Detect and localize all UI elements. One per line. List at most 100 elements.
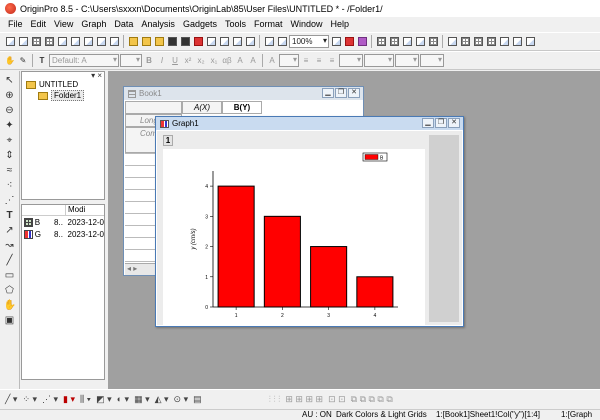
bar-4[interactable]: [356, 276, 394, 308]
save-project-icon[interactable]: [166, 36, 178, 48]
align-tool-icon[interactable]: ⫶ ⫶ ⫶: [268, 394, 282, 406]
open-excel-icon[interactable]: [153, 36, 165, 48]
graph-page[interactable]: 123401234x (m /s)y (cm/s)B: [163, 149, 425, 333]
workbook-grid-icon[interactable]: [459, 36, 471, 48]
new-graph-icon[interactable]: [56, 36, 68, 48]
new-notes-icon[interactable]: [95, 36, 107, 48]
bold-button[interactable]: B: [143, 55, 155, 67]
file-row-graph[interactable]: G 8.. 2023-12-0: [22, 228, 104, 240]
graph-caption[interactable]: Graph1 ▁ ❐ ✕: [156, 117, 463, 130]
layout-grid-icon[interactable]: [485, 36, 497, 48]
open-template-icon[interactable]: [140, 36, 152, 48]
page-setup-icon[interactable]: [276, 36, 288, 48]
menu-format[interactable]: Format: [250, 19, 287, 29]
import-wizard-icon[interactable]: [244, 36, 256, 48]
region-tool-icon[interactable]: ▣: [4, 315, 16, 327]
line-tool-icon[interactable]: ╱: [4, 255, 16, 267]
line-plot-icon[interactable]: ╱ ▾: [4, 394, 18, 406]
line-width-select[interactable]: [339, 54, 363, 67]
sheet-corner[interactable]: [125, 101, 182, 114]
recalculate-icon[interactable]: [263, 36, 275, 48]
area-plot-icon[interactable]: ◭ ▾: [154, 394, 170, 406]
align-center-icon[interactable]: ≡: [313, 55, 325, 67]
bar-2[interactable]: [263, 215, 301, 308]
mask-points-icon[interactable]: ⁖: [4, 180, 16, 192]
column-header-a[interactable]: A(X): [182, 101, 222, 114]
draw-data-icon[interactable]: ≈: [4, 165, 16, 177]
pan-icon[interactable]: ✋: [4, 55, 16, 67]
workbook-caption[interactable]: Book1 ▁ ❐ ✕: [124, 87, 363, 100]
layer-tab[interactable]: 1: [163, 135, 173, 146]
close-button[interactable]: ✕: [348, 88, 360, 98]
zoom-out-icon[interactable]: ⊖: [4, 105, 16, 117]
command-window-icon[interactable]: [414, 36, 426, 48]
menu-window[interactable]: Window: [287, 19, 327, 29]
restore-button[interactable]: ❐: [435, 118, 447, 128]
print-icon[interactable]: [330, 36, 342, 48]
zoom-select[interactable]: 100%: [289, 35, 329, 48]
font-size-select[interactable]: [120, 54, 142, 67]
multi-curve-icon[interactable]: ⫼ ▾: [79, 394, 92, 406]
decrease-font-icon[interactable]: A: [247, 55, 259, 67]
order-tool-icon[interactable]: ⧉ ⧉ ⧉ ⧉ ⧉: [350, 394, 394, 406]
bar-3[interactable]: [310, 246, 348, 308]
scatter-plot-icon[interactable]: ⁘ ▾: [21, 394, 38, 406]
new-function-icon[interactable]: [69, 36, 81, 48]
edit-pen-icon[interactable]: ✎: [17, 55, 29, 67]
pointer-icon[interactable]: ↖: [4, 75, 16, 87]
text-tool-icon[interactable]: T: [4, 210, 16, 222]
screen-reader-icon[interactable]: ✦: [4, 120, 16, 132]
distribute-tool-icon[interactable]: ⊞ ⊞ ⊞ ⊞: [284, 394, 324, 406]
greek-icon[interactable]: αβ: [221, 55, 233, 67]
column-header-modified[interactable]: Modi: [66, 205, 85, 215]
curved-arrow-icon[interactable]: ↝: [4, 240, 16, 252]
bar-chart[interactable]: 123401234x (m /s)y (cm/s)B: [163, 149, 425, 333]
script-window-icon[interactable]: [401, 36, 413, 48]
menu-view[interactable]: View: [50, 19, 77, 29]
polygon-tool-icon[interactable]: ⬠: [4, 285, 16, 297]
hand-icon[interactable]: ✋: [4, 300, 16, 312]
data-selector-icon[interactable]: ⇕: [4, 150, 16, 162]
column-header-b[interactable]: B(Y): [222, 101, 262, 114]
minimize-button[interactable]: ▁: [422, 118, 434, 128]
apps-icon[interactable]: [511, 36, 523, 48]
matrix-grid-icon[interactable]: [472, 36, 484, 48]
close-button[interactable]: ✕: [448, 118, 460, 128]
tree-folder[interactable]: Folder1: [22, 90, 104, 101]
line-symbol-icon[interactable]: ⋰ ▾: [41, 394, 59, 406]
statistics-plot-icon[interactable]: ▦ ▾: [133, 394, 151, 406]
import-multiple-icon[interactable]: [231, 36, 243, 48]
explorer-pane-buttons[interactable]: ▾ ×: [91, 71, 102, 80]
zoom-in-icon[interactable]: ⊕: [4, 90, 16, 102]
superscript-icon[interactable]: x²: [182, 55, 194, 67]
menu-edit[interactable]: Edit: [27, 19, 51, 29]
data-reader-icon[interactable]: ⌖: [4, 135, 16, 147]
results-log-icon[interactable]: [427, 36, 439, 48]
bar-1[interactable]: [217, 185, 255, 308]
3d-plot-icon[interactable]: ◩ ▾: [95, 394, 113, 406]
new-project-icon[interactable]: [4, 36, 16, 48]
arrow-tool-icon[interactable]: ↗: [4, 225, 16, 237]
import-icon[interactable]: [218, 36, 230, 48]
align-right-icon[interactable]: ≡: [326, 55, 338, 67]
underline-button[interactable]: U: [169, 55, 181, 67]
align-left-icon[interactable]: ≡: [300, 55, 312, 67]
column-header-name[interactable]: [22, 205, 66, 215]
super-sub-icon[interactable]: x₁: [208, 55, 220, 67]
region-mask-icon[interactable]: ⋰: [4, 195, 16, 207]
duplicate-icon[interactable]: [356, 36, 368, 48]
menu-file[interactable]: File: [4, 19, 27, 29]
font-color-select[interactable]: [279, 54, 299, 67]
code-builder-icon[interactable]: [388, 36, 400, 48]
group-tool-icon[interactable]: ⊡ ⊡: [327, 394, 347, 406]
save-template-icon[interactable]: [192, 36, 204, 48]
add-column-icon[interactable]: [375, 36, 387, 48]
new-workbook-icon[interactable]: [17, 36, 29, 48]
export-icon[interactable]: [205, 36, 217, 48]
menu-analysis[interactable]: Analysis: [137, 19, 179, 29]
file-row-book[interactable]: B 8.. 2023-12-0: [22, 216, 104, 228]
menu-gadgets[interactable]: Gadgets: [179, 19, 221, 29]
column-plot-icon[interactable]: ▮ ▾: [62, 394, 76, 406]
minimize-button[interactable]: ▁: [322, 88, 334, 98]
menu-tools[interactable]: Tools: [221, 19, 250, 29]
